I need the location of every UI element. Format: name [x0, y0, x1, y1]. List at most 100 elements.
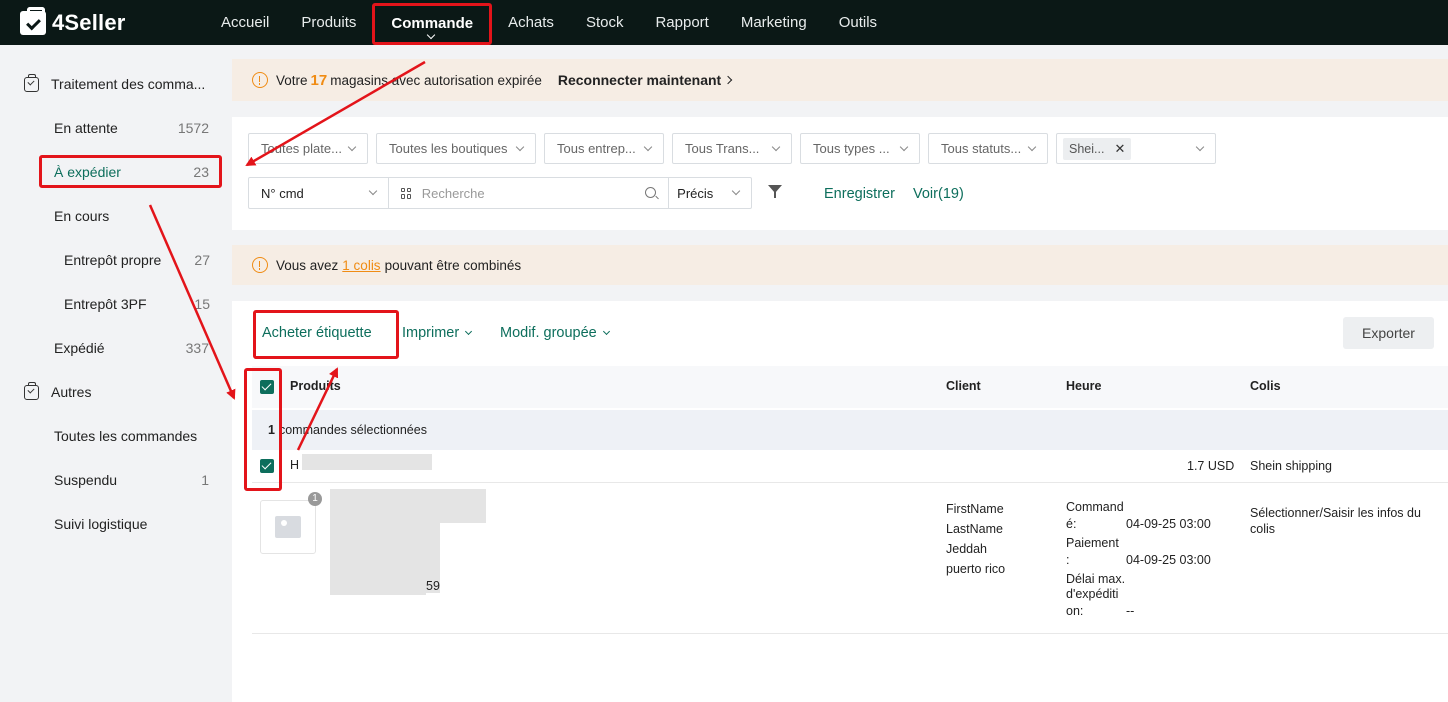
chevron-down-icon	[602, 327, 610, 336]
status-select[interactable]: Tous statuts...	[928, 133, 1048, 164]
sidebar-item-label: Toutes les commandes	[54, 428, 198, 444]
select-value: Toutes les boutiques	[389, 141, 508, 156]
deadline-label: Délai max.	[1066, 572, 1126, 586]
deadline-value: --	[1126, 604, 1135, 618]
search-icon[interactable]	[645, 187, 657, 198]
banner-text-post: pouvant être combinés	[384, 257, 522, 273]
clipboard-icon	[24, 381, 39, 400]
nav-achats[interactable]: Achats	[492, 0, 570, 45]
chevron-down-icon	[368, 186, 377, 196]
sidebar-item-en-attente[interactable]: En attente 1572	[54, 120, 209, 136]
sidebar-item-entrepot-propre[interactable]: Entrepôt propre 27	[64, 252, 210, 268]
sidebar-item-expedie[interactable]: Expédié 337	[54, 340, 209, 356]
chevron-down-icon	[347, 142, 357, 152]
top-navbar: 4Seller Accueil Produits Commande Achats…	[0, 0, 1448, 45]
redacted-product-title	[330, 489, 486, 523]
client-country: puerto rico	[946, 562, 1006, 576]
deadline-label-end: on:	[1066, 604, 1084, 618]
search-input[interactable]: Recherche	[389, 178, 670, 208]
search-type-select[interactable]: N° cmd	[249, 178, 389, 208]
logo[interactable]: 4Seller	[20, 6, 190, 36]
highlight-box-checkboxes	[244, 368, 282, 491]
chevron-down-icon	[731, 186, 741, 196]
chevron-right-icon	[723, 75, 733, 85]
sidebar-item-count: 15	[194, 296, 210, 312]
selection-summary: 1 commandes sélectionnées	[252, 410, 1448, 450]
sidebar-item-suivi-logistique[interactable]: Suivi logistique	[54, 516, 209, 532]
export-button[interactable]: Exporter	[1343, 317, 1434, 349]
clipboard-icon	[24, 73, 39, 92]
nav-rapport[interactable]: Rapport	[639, 0, 724, 45]
sidebar-item-en-cours[interactable]: En cours	[54, 208, 209, 224]
chevron-down-icon	[515, 142, 525, 152]
sidebar-item-suspendu[interactable]: Suspendu 1	[54, 472, 209, 488]
nav-commande[interactable]: Commande	[372, 2, 493, 45]
print-dropdown[interactable]: Imprimer	[402, 325, 473, 341]
search-mode-value: Précis	[677, 185, 714, 201]
select-value: Tous entrep...	[557, 141, 636, 156]
warehouse-select[interactable]: Tous entrep...	[544, 133, 664, 164]
ordered-label: Command	[1066, 500, 1124, 514]
nav-accueil[interactable]: Accueil	[205, 0, 285, 45]
column-time: Heure	[1066, 379, 1102, 393]
reconnect-label: Reconnecter maintenant	[557, 72, 722, 88]
warning-icon	[252, 72, 268, 88]
grid-icon	[400, 187, 412, 199]
sidebar-item-count: 1	[201, 472, 209, 488]
chevron-down-icon	[465, 327, 473, 336]
ordered-label-cont: é:	[1066, 517, 1077, 531]
sidebar-item-label: En attente	[54, 120, 118, 136]
search-bar: N° cmd Recherche Précis	[248, 177, 752, 209]
sidebar-item-toutes-commandes[interactable]: Toutes les commandes	[54, 428, 209, 444]
sidebar-item-label: Expédié	[54, 340, 105, 356]
banner-count: 17	[310, 71, 328, 89]
parcel-info-hint[interactable]: Sélectionner/Saisir les infos du colis	[1250, 505, 1440, 537]
combine-parcels-link[interactable]: 1 colis	[342, 258, 380, 273]
type-select[interactable]: Tous types ...	[800, 133, 920, 164]
redacted-order-id	[302, 454, 432, 470]
nav-stock[interactable]: Stock	[570, 0, 640, 45]
sidebar-item-count: 27	[194, 252, 210, 268]
sidebar-item-entrepot-3pf[interactable]: Entrepôt 3PF 15	[64, 296, 210, 312]
sidebar-item-label: Suspendu	[54, 472, 118, 488]
client-first-name: FirstName	[946, 502, 1004, 516]
chevron-down-icon	[1027, 142, 1037, 152]
bulk-edit-dropdown[interactable]: Modif. groupée	[500, 325, 610, 341]
column-products: Produits	[290, 379, 341, 393]
combine-parcels-banner: Vous avez 1 colis pouvant être combinés	[232, 245, 1448, 285]
select-value: Toutes plate...	[261, 141, 342, 156]
platform-select[interactable]: Toutes plate...	[248, 133, 368, 164]
ordered-time: 04-09-25 03:00	[1126, 517, 1211, 531]
search-type-value: N° cmd	[261, 185, 304, 201]
filter-icon[interactable]	[768, 185, 782, 199]
nav-marketing[interactable]: Marketing	[725, 0, 823, 45]
nav-outils[interactable]: Outils	[823, 0, 893, 45]
product-image-placeholder-icon[interactable]	[260, 500, 316, 554]
nav-produits[interactable]: Produits	[285, 0, 372, 45]
select-value: Tous Trans...	[685, 141, 760, 156]
order-row-header: H 1.7 USD Shein shipping	[252, 450, 1448, 483]
logo-text: 4Seller	[52, 9, 126, 35]
sidebar-group-label: Traitement des comma...	[51, 76, 206, 92]
chevron-down-icon	[771, 142, 781, 152]
order-id[interactable]: H	[290, 458, 299, 472]
print-label: Imprimer	[402, 325, 460, 341]
carrier-select[interactable]: Tous Trans...	[672, 133, 792, 164]
save-filter-link[interactable]: Enregistrer	[824, 186, 895, 202]
chevron-down-icon	[1195, 142, 1205, 152]
search-mode-select[interactable]: Précis	[669, 178, 751, 208]
store-select[interactable]: Toutes les boutiques	[376, 133, 536, 164]
close-icon[interactable]: ✕	[1114, 141, 1125, 157]
tag-label: Shei...	[1069, 141, 1105, 156]
main-nav: Accueil Produits Commande Achats Stock R…	[205, 0, 893, 45]
nav-commande-label: Commande	[391, 15, 474, 32]
sidebar-group-processing[interactable]: Traitement des comma...	[24, 73, 206, 92]
redacted-sku	[330, 573, 426, 595]
paid-label-cont: :	[1066, 553, 1070, 567]
platform-tag-select[interactable]: Shei... ✕	[1056, 133, 1216, 164]
reconnect-link[interactable]: Reconnecter maintenant	[557, 72, 733, 88]
sidebar-group-autres[interactable]: Autres	[24, 381, 92, 400]
sidebar-group-label: Autres	[51, 384, 92, 400]
view-saved-link[interactable]: Voir(19)	[913, 186, 964, 202]
sidebar-item-count: 1572	[177, 120, 209, 136]
